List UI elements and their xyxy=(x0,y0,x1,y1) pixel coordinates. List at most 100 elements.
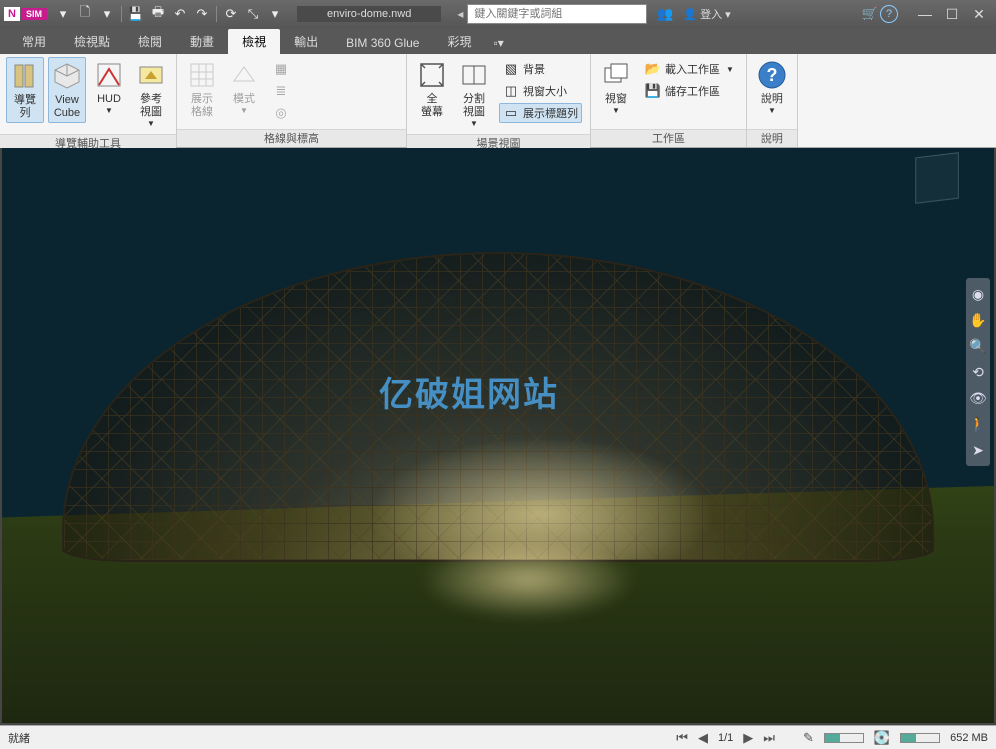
load-workspace-button[interactable]: 📂載入工作區▼ xyxy=(641,59,738,79)
prev-sheet-icon[interactable]: ◀ xyxy=(698,730,708,746)
save-workspace-icon: 💾 xyxy=(645,83,661,99)
background-icon: ▧ xyxy=(503,61,519,77)
grid-small-icon: ▦ xyxy=(273,61,289,77)
ribbon: 導覽 列 View Cube HUD▼ 參考 視圖▼ 導覽輔助工具 展示 格線 xyxy=(0,54,996,148)
select-arrow-icon[interactable]: ➤ xyxy=(968,440,988,460)
search-submit-icon[interactable]: 👥 xyxy=(655,4,675,24)
login-label: 登入 xyxy=(700,6,722,22)
app-logo-n: N xyxy=(4,7,20,21)
open-file-icon[interactable]: 🗋 xyxy=(75,4,95,24)
hud-button[interactable]: HUD▼ xyxy=(90,57,128,118)
grid-mode-button: 模式▼ xyxy=(225,57,263,118)
grid-mode-label: 模式 xyxy=(233,93,255,106)
split-view-icon xyxy=(458,59,490,91)
show-titlebar-label: 展示標題列 xyxy=(523,105,578,121)
grid-opt2-button: ≣ xyxy=(269,81,293,101)
load-ws-dropdown-icon: ▼ xyxy=(726,65,734,74)
grid-icon xyxy=(186,59,218,91)
save-workspace-button[interactable]: 💾儲存工作區 xyxy=(641,81,738,101)
refresh-icon[interactable]: ⟳ xyxy=(221,4,241,24)
search-input[interactable] xyxy=(467,4,647,24)
viewcube-label: View Cube xyxy=(54,94,80,120)
viewcube-cube-icon[interactable] xyxy=(915,152,959,204)
cart-icon[interactable]: 🛒 xyxy=(860,4,880,24)
app-logo-sim: SIM xyxy=(21,8,47,20)
svg-text:?: ? xyxy=(766,65,777,85)
windows-button[interactable]: 視窗▼ xyxy=(597,57,635,118)
print-icon[interactable]: 🖶 xyxy=(148,4,168,24)
next-sheet-icon[interactable]: ▶ xyxy=(743,730,753,746)
open-dropdown-icon[interactable]: ▾ xyxy=(97,4,117,24)
window-controls: — ☐ ✕ xyxy=(912,4,992,24)
help-icon[interactable]: ? xyxy=(880,5,898,23)
look-icon[interactable]: 👁 xyxy=(968,388,988,408)
zoom-icon[interactable]: 🔍 xyxy=(968,336,988,356)
status-ready: 就緒 xyxy=(8,730,30,746)
nav-list-button[interactable]: 導覽 列 xyxy=(6,57,44,123)
help-big-icon: ? xyxy=(756,59,788,91)
background-button[interactable]: ▧背景 xyxy=(499,59,582,79)
qat-overflow-icon[interactable]: ▾ xyxy=(265,4,285,24)
login-button[interactable]: 👤 登入 ▾ xyxy=(683,6,730,22)
help-label: 說明 xyxy=(761,93,783,106)
tab-render[interactable]: 彩現 xyxy=(433,29,485,54)
window-size-button[interactable]: ◫視窗大小 xyxy=(499,81,582,101)
grid-elev-title: 格線與標高 xyxy=(177,129,406,147)
maximize-button[interactable]: ☐ xyxy=(939,4,965,24)
last-sheet-icon[interactable]: ⏭ xyxy=(763,730,775,746)
memory-label: 652 MB xyxy=(950,732,988,744)
user-icon: 👤 xyxy=(683,8,697,21)
undo-icon[interactable]: ↶ xyxy=(170,4,190,24)
fullscreen-button[interactable]: 全 螢幕 xyxy=(413,57,451,121)
ref-view-label: 參考 視圖 xyxy=(140,93,162,119)
tab-bim360[interactable]: BIM 360 Glue xyxy=(332,32,433,54)
nav-list-label: 導覽 列 xyxy=(14,94,36,120)
window-size-label: 視窗大小 xyxy=(523,83,567,99)
tab-output[interactable]: 輸出 xyxy=(280,29,332,54)
ribbon-group-help: ? 說明▼ 說明 xyxy=(747,54,798,147)
close-button[interactable]: ✕ xyxy=(966,4,992,24)
split-view-label: 分割 視圖 xyxy=(463,93,485,119)
walk-icon[interactable]: 🚶 xyxy=(968,414,988,434)
new-file-icon[interactable]: ▾ xyxy=(53,4,73,24)
show-titlebar-button[interactable]: ▭展示標題列 xyxy=(499,103,582,123)
help-button[interactable]: ? 說明▼ xyxy=(753,57,791,118)
grid-mode-icon xyxy=(228,59,260,91)
page-indicator: 1/1 xyxy=(718,732,733,744)
viewport-3d[interactable]: 亿破姐网站 ◉ ✋ 🔍 ⟲ 👁 🚶 ➤ xyxy=(0,148,996,725)
background-label: 背景 xyxy=(523,61,545,77)
pencil-progress-icon: ✎ xyxy=(803,730,814,746)
tab-overflow-icon[interactable]: ▫▾ xyxy=(485,32,511,54)
workspace-title: 工作區 xyxy=(591,129,746,147)
title-right-cluster: 👥 👤 登入 ▾ xyxy=(655,4,730,24)
ref-view-button[interactable]: 參考 視圖▼ xyxy=(132,57,170,131)
orbit-icon[interactable]: ⟲ xyxy=(968,362,988,382)
viewcube-icon xyxy=(51,60,83,92)
statusbar: 就緒 ⏮ ◀ 1/1 ▶ ⏭ ✎ 💽 652 MB xyxy=(0,725,996,749)
tab-viewpoint[interactable]: 檢視點 xyxy=(60,29,124,54)
redo-icon[interactable]: ↷ xyxy=(192,4,212,24)
pan-hand-icon[interactable]: ✋ xyxy=(968,310,988,330)
save-workspace-label: 儲存工作區 xyxy=(665,83,720,99)
viewcube-widget[interactable] xyxy=(892,154,982,224)
grid-opt3-button: ◎ xyxy=(269,103,293,123)
select-icon[interactable]: ⤡ xyxy=(243,4,263,24)
mode-dropdown-icon: ▼ xyxy=(240,106,248,116)
save-icon[interactable]: 💾 xyxy=(126,4,146,24)
first-sheet-icon[interactable]: ⏮ xyxy=(676,730,688,746)
hud-icon xyxy=(93,59,125,91)
tab-animation[interactable]: 動畫 xyxy=(176,29,228,54)
tab-view[interactable]: 檢視 xyxy=(228,29,280,54)
quick-access-toolbar: ▾ 🗋 ▾ 💾 🖶 ↶ ↷ ⟳ ⤡ ▾ xyxy=(53,4,285,24)
minimize-button[interactable]: — xyxy=(912,4,938,24)
load-workspace-label: 載入工作區 xyxy=(665,61,720,77)
scene-render: 亿破姐网站 xyxy=(2,148,994,723)
ribbon-group-grid-elev: 展示 格線 模式▼ ▦ ≣ ◎ 格線與標高 xyxy=(177,54,407,147)
qat-separator xyxy=(121,6,122,22)
steering-wheel-icon[interactable]: ◉ xyxy=(968,284,988,304)
split-dropdown-icon: ▼ xyxy=(470,119,478,129)
viewcube-button[interactable]: View Cube xyxy=(48,57,86,123)
tab-home[interactable]: 常用 xyxy=(8,29,60,54)
tab-review[interactable]: 檢閱 xyxy=(124,29,176,54)
split-view-button[interactable]: 分割 視圖▼ xyxy=(455,57,493,131)
